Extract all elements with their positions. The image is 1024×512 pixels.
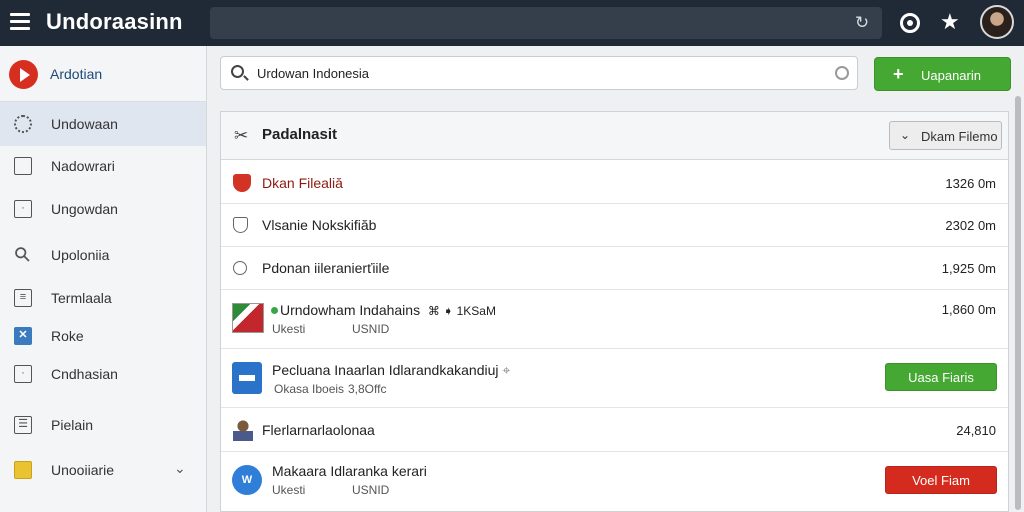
list-icon: ≡ (14, 289, 32, 307)
top-search-bar[interactable]: ↻ (210, 7, 882, 39)
frame-icon: · (14, 200, 32, 218)
star-icon[interactable]: ★ (940, 9, 960, 35)
scroll-thumb[interactable] (1015, 96, 1021, 510)
flag-icon (232, 303, 264, 333)
top-bar: Undoraasinn ↻ ★ (0, 0, 1024, 46)
scrollbar[interactable] (1014, 96, 1022, 510)
primary-action-button[interactable]: + Uapanarin (874, 57, 1011, 91)
shield-icon (233, 174, 251, 192)
sidebar-item-nadowrari[interactable]: Nadowrari (0, 144, 206, 188)
square-icon (14, 157, 32, 175)
app-title: Undoraasinn (46, 9, 183, 34)
row-subtitle: 3,8Offc (348, 382, 387, 396)
table-row[interactable]: Dkan Filealiă 1326 0m (221, 161, 1008, 204)
sidebar-item-undowaan[interactable]: Undowaan (0, 102, 206, 146)
sidebar-item-ungowdan[interactable]: · Ungowdan (0, 187, 206, 231)
panel-header: ✂ Padalnasit ⌄ Dkam Filemo (221, 112, 1008, 160)
row-value: 2302 0m (945, 218, 996, 233)
row-subtitle: Okasa Iboeis (274, 382, 345, 396)
row-title: Makaara Idlaranka kerari (272, 463, 427, 479)
person-icon (233, 419, 253, 441)
sidebar-item-label: Undowaan (51, 116, 118, 132)
search-bar[interactable] (220, 56, 858, 90)
table-row[interactable]: Flerlarnarlaolonaa 24,810 (221, 408, 1008, 452)
gear-icon (14, 115, 32, 133)
table-row[interactable]: Pdonan iileranierťiile 1,925 0m (221, 247, 1008, 290)
row-subtitle: USNID (352, 483, 390, 497)
row-subtitle: Ukesti (272, 322, 306, 336)
search-icon (231, 65, 244, 78)
x-box-icon: ✕ (14, 327, 32, 345)
row-title: Urndowham Indahains ⌘ ➧ 1KSaM (271, 302, 496, 318)
primary-action-label: Uapanarin (921, 68, 981, 83)
table-row[interactable]: Pecluana Inaarlan Idlarandkakandiuj ⌖ Ok… (221, 349, 1008, 408)
row-title: Pecluana Inaarlan Idlarandkakandiuj ⌖ (272, 362, 510, 379)
row-title: Pdonan iileranierťiile (262, 260, 390, 276)
row-title: Vlsanie Nokskifiăb (262, 217, 377, 233)
wrench-icon: ⚲ (10, 242, 36, 268)
circle-icon (233, 261, 247, 275)
shield-outline-icon (233, 217, 248, 233)
sidebar-brand[interactable]: Ardotian (0, 46, 207, 102)
sidebar-item-unooiiarie[interactable]: Unooiiarie ⌄ (0, 448, 206, 492)
sidebar-item-pielain[interactable]: ☰ Pielain (0, 403, 206, 447)
target-icon[interactable] (900, 13, 920, 33)
user-avatar[interactable] (980, 5, 1014, 39)
status-dot-icon (271, 307, 278, 314)
hamburger-menu-icon[interactable] (10, 13, 30, 30)
tools-icon: ✂ (234, 126, 249, 145)
blue-circle-icon: W (232, 465, 262, 495)
filter-dropdown[interactable]: ⌄ Dkam Filemo (889, 121, 1002, 150)
results-panel: ✂ Padalnasit ⌄ Dkam Filemo Dkan Filealiă… (220, 111, 1009, 512)
sidebar: Ardotian Undowaan Nadowrari · Ungowdan ⚲… (0, 46, 207, 512)
filter-dropdown-label: Dkam Filemo (921, 129, 998, 144)
plus-icon: + (893, 64, 904, 84)
pin-icon: ⌖ (502, 362, 511, 378)
sidebar-item-upoloniia[interactable]: ⚲ Upoloniia (0, 233, 206, 277)
brand-label: Ardotian (50, 66, 103, 82)
chevron-down-icon: ⌄ (900, 128, 911, 142)
table-row[interactable]: Vlsanie Nokskifiăb 2302 0m (221, 204, 1008, 247)
row-title-text: Urndowham Indahains (280, 302, 421, 318)
row-subtitle: USNID (352, 322, 390, 336)
play-logo-icon (9, 60, 38, 89)
frame-icon: · (14, 365, 32, 383)
sidebar-item-label: Upoloniia (51, 247, 110, 263)
row-value: 1326 0m (945, 176, 996, 191)
table-row[interactable]: W Makaara Idlaranka kerari Ukesti USNID … (221, 452, 1008, 511)
clear-icon[interactable] (835, 66, 849, 80)
search-input[interactable] (257, 66, 817, 81)
reload-icon[interactable]: ↻ (852, 13, 872, 33)
row-value: 1,925 0m (941, 261, 996, 276)
sidebar-item-label: Ungowdan (51, 201, 118, 217)
row-title: Flerlarnarlaolonaa (262, 422, 375, 438)
sidebar-item-label: Cndhasian (51, 366, 118, 382)
row-subtitle: Ukesti (272, 483, 306, 497)
sidebar-item-cndhasian[interactable]: · Cndhasian (0, 352, 206, 396)
sidebar-item-label: Roke (51, 328, 84, 344)
table-row[interactable]: Urndowham Indahains ⌘ ➧ 1KSaM Ukesti USN… (221, 290, 1008, 349)
row-value: 1,860 0m (941, 302, 996, 317)
document-icon (232, 362, 262, 394)
row-action-button[interactable]: Uasa Fiaris (885, 363, 997, 391)
row-title-text: Pecluana Inaarlan Idlarandkakandiuj (272, 362, 499, 378)
sidebar-item-label: Unooiiarie (51, 462, 115, 478)
table-icon: ☰ (14, 416, 32, 434)
row-action-button[interactable]: Voel Fiam (885, 466, 997, 494)
sidebar-item-label: Nadowrari (51, 158, 115, 174)
sidebar-item-label: Termlaala (51, 290, 112, 306)
panel-title: Padalnasit (262, 126, 338, 143)
row-value: 24,810 (956, 423, 996, 438)
row-title: Dkan Filealiă (262, 175, 343, 191)
grid-icon (14, 461, 32, 479)
row-extra: ⌘ ➧ 1KSaM (427, 304, 496, 318)
sidebar-item-label: Pielain (51, 417, 94, 433)
chevron-down-icon[interactable]: ⌄ (174, 460, 186, 477)
